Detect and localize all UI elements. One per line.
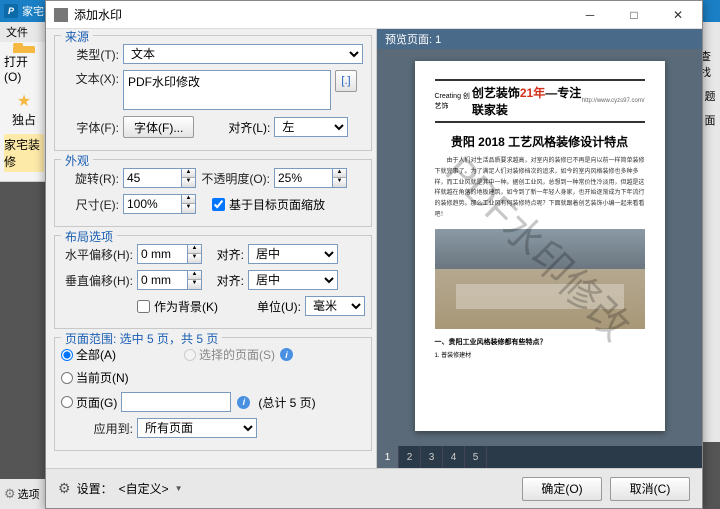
page-thumb-3[interactable]: 3 [421,446,443,468]
align-select[interactable]: 左 [274,117,348,137]
page-listitem: 1. 普装修建材 [435,350,645,359]
total-pages: (总计 5 页) [258,394,315,411]
valign-label: 对齐: [206,272,244,289]
toolbar-open[interactable]: 打开(O) [4,46,44,84]
preview-header: 预览页面: 1 [377,29,702,49]
align-label: 对齐(L): [220,119,270,136]
unit-select[interactable]: 毫米 [305,296,365,316]
chevron-up-icon[interactable]: ▲ [182,169,195,178]
settings-label: 设置： [77,480,113,497]
voff-spinner[interactable]: ▲▼ [137,270,202,290]
chevron-down-icon[interactable]: ▼ [182,178,195,187]
opacity-label: 不透明度(O): [200,170,270,187]
info-icon[interactable]: i [280,348,293,361]
applyto-select[interactable]: 所有页面 [137,418,257,438]
maximize-button[interactable]: □ [612,2,656,28]
star-icon: ★ [17,91,31,111]
hoff-label: 水平偏移(H): [61,246,133,263]
folder-icon [13,46,35,53]
opacity-spinner[interactable]: ▲▼ [274,168,347,188]
font-label: 字体(F): [61,119,119,136]
preview-page: Creating 创艺饰 创艺装饰21年—专注联家装 http://www.cy… [415,61,665,431]
page-logo: Creating 创艺饰 [435,91,472,111]
page-thumb-1[interactable]: 1 [377,446,399,468]
size-spinner[interactable]: ▲▼ [123,194,196,214]
gear-icon[interactable]: ⚙ [58,480,71,497]
page-paragraph: 由于人们对生活品质要求越高，对室内的装修已不再是向以前一样简单装修下就完事了。为… [435,156,645,221]
halign-select[interactable]: 居中 [248,244,338,264]
group-source: 来源 [61,29,93,45]
radio-all[interactable]: 全部(A) [61,346,116,363]
page-thumb-4[interactable]: 4 [443,446,465,468]
hoff-spinner[interactable]: ▲▼ [137,244,202,264]
valign-select[interactable]: 居中 [248,270,338,290]
unit-label: 单位(U): [253,298,301,315]
insert-macro-button[interactable]: [.] [335,70,357,92]
background-checkbox[interactable]: 作为背景(K) [137,298,218,315]
settings-preset[interactable]: <自定义> [119,480,169,497]
ok-button[interactable]: 确定(O) [522,477,602,501]
group-appearance: 外观 [61,152,93,169]
preview-pager: 1 2 3 4 5 [377,446,702,468]
app-icon: P [4,4,18,18]
page-image [435,229,645,329]
scale-checkbox[interactable]: 基于目标页面缩放 [212,196,325,213]
size-label: 尺寸(E): [61,196,119,213]
chevron-down-icon[interactable]: ▼ [175,484,183,493]
preview-area: Creating 创艺饰 创艺装饰21年—专注联家装 http://www.cy… [377,49,702,446]
rotate-spinner[interactable]: ▲▼ [123,168,196,188]
group-layout: 布局选项 [61,228,117,245]
halign-label: 对齐: [206,246,244,263]
voff-label: 垂直偏移(H): [61,272,133,289]
dialog-icon [54,8,68,22]
app-title: 家宅 [22,3,44,19]
rotate-label: 旋转(R): [61,170,119,187]
page-title: 贵阳 2018 工艺风格装修设计特点 [435,133,645,150]
type-label: 类型(T): [61,46,119,63]
pages-input[interactable] [121,392,231,412]
right-tab-2[interactable]: 面 [705,112,716,128]
page-subheading: 一、贵阳工业风格装修都有些特点？ [435,337,645,347]
gear-icon[interactable]: ⚙ [4,486,16,502]
page-thumb-5[interactable]: 5 [465,446,487,468]
close-button[interactable]: ✕ [656,2,700,28]
group-pagerange: 页面范围: 选中 5 页，共 5 页 [61,330,222,347]
info-icon[interactable]: i [237,396,250,409]
page-thumb-2[interactable]: 2 [399,446,421,468]
toolbar-exclusive[interactable]: ★ 独占 [4,90,44,128]
cancel-button[interactable]: 取消(C) [610,477,690,501]
menu-file[interactable]: 文件 [6,24,28,40]
page-url: http://www.cyzs97.com/ [582,98,645,104]
watermark-dialog: 添加水印 ─ □ ✕ 来源 类型(T): 文本 文本(X): PDF水印修改 [… [45,0,703,509]
minimize-button[interactable]: ─ [568,2,612,28]
toolbar-home[interactable]: 家宅装修 [4,134,44,172]
applyto-label: 应用到: [61,420,133,437]
right-tab-find[interactable]: 查找 [700,48,720,80]
dialog-title: 添加水印 [74,6,568,23]
page-brand: 创艺装饰21年—专注联家装 [472,84,582,118]
right-tab-1[interactable]: 题 [705,88,716,104]
bottom-options[interactable]: 选项 [18,486,40,502]
radio-current[interactable]: 当前页(N) [61,369,129,386]
type-select[interactable]: 文本 [123,44,363,64]
radio-selected[interactable]: 选择的页面(S)i [184,346,293,363]
text-input[interactable]: PDF水印修改 [123,70,331,110]
radio-pages[interactable]: 页面(G) [61,394,117,411]
font-button[interactable]: 字体(F)... [123,116,194,138]
text-label: 文本(X): [61,70,119,87]
